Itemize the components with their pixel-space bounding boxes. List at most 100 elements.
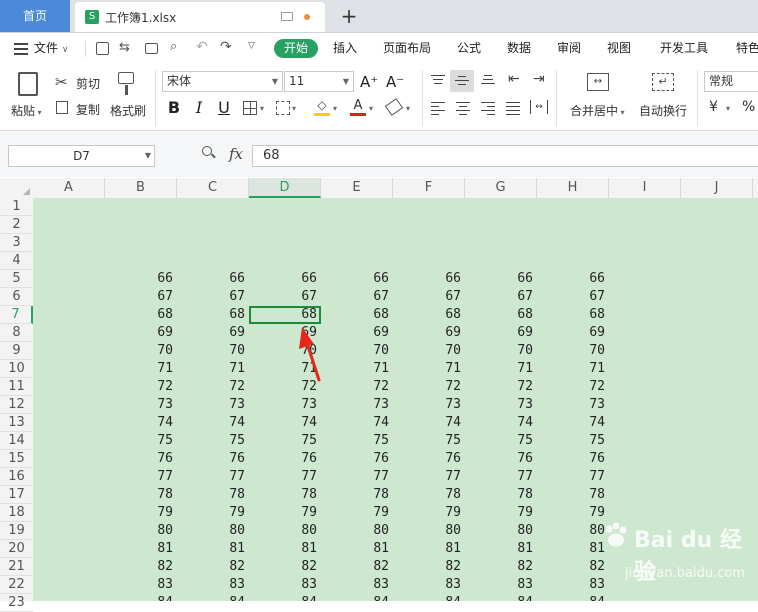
cell-h5[interactable]: 66 — [537, 270, 609, 288]
cell-e11[interactable]: 72 — [321, 378, 393, 396]
cell-c14[interactable]: 75 — [177, 432, 249, 450]
insert-function-icon[interactable]: fx — [229, 145, 243, 163]
cell-e18[interactable]: 79 — [321, 504, 393, 522]
italic-button[interactable]: I — [190, 99, 208, 117]
cell-e21[interactable]: 82 — [321, 558, 393, 576]
tab-special[interactable]: 特色 — [736, 33, 758, 64]
cell-b13[interactable]: 74 — [105, 414, 177, 432]
cell-h17[interactable]: 78 — [537, 486, 609, 504]
tab-developer[interactable]: 开发工具 — [660, 33, 708, 64]
cell-c20[interactable]: 81 — [177, 540, 249, 558]
cell-e15[interactable]: 76 — [321, 450, 393, 468]
font-name-select[interactable]: 宋体 ▼ — [162, 71, 283, 92]
cell-f9[interactable]: 70 — [393, 342, 465, 360]
row-header-19[interactable]: 19 — [0, 522, 33, 540]
cell-c9[interactable]: 70 — [177, 342, 249, 360]
cell-h20[interactable]: 81 — [537, 540, 609, 558]
cell-g6[interactable]: 67 — [465, 288, 537, 306]
tab-formulas[interactable]: 公式 — [457, 33, 481, 64]
cell-c12[interactable]: 73 — [177, 396, 249, 414]
cell-g18[interactable]: 79 — [465, 504, 537, 522]
cell-e20[interactable]: 81 — [321, 540, 393, 558]
cell-e17[interactable]: 78 — [321, 486, 393, 504]
cell-e13[interactable]: 74 — [321, 414, 393, 432]
formula-input[interactable]: 68 — [252, 145, 758, 167]
column-header-d[interactable]: D — [249, 178, 321, 198]
cell-c10[interactable]: 71 — [177, 360, 249, 378]
chevron-down-icon[interactable]: ▾ — [369, 104, 373, 113]
row-header-6[interactable]: 6 — [0, 288, 33, 306]
cell-h21[interactable]: 82 — [537, 558, 609, 576]
cell-f11[interactable]: 72 — [393, 378, 465, 396]
cell-b7[interactable]: 68 — [105, 306, 177, 324]
cell-d19[interactable]: 80 — [249, 522, 321, 540]
row-header-8[interactable]: 8 — [0, 324, 33, 342]
cell-f6[interactable]: 67 — [393, 288, 465, 306]
cell-f20[interactable]: 81 — [393, 540, 465, 558]
cell-f8[interactable]: 69 — [393, 324, 465, 342]
wrap-text-button[interactable]: 自动换行 — [639, 102, 687, 119]
cell-d17[interactable]: 78 — [249, 486, 321, 504]
cell-c6[interactable]: 67 — [177, 288, 249, 306]
cut-button[interactable]: 剪切 — [76, 75, 100, 92]
cell-h10[interactable]: 71 — [537, 360, 609, 378]
cell-b9[interactable]: 70 — [105, 342, 177, 360]
cell-g11[interactable]: 72 — [465, 378, 537, 396]
cell-e19[interactable]: 80 — [321, 522, 393, 540]
cell-h16[interactable]: 77 — [537, 468, 609, 486]
name-box[interactable]: D7 ▼ — [8, 145, 155, 167]
cell-g16[interactable]: 77 — [465, 468, 537, 486]
cell-c16[interactable]: 77 — [177, 468, 249, 486]
cell-f13[interactable]: 74 — [393, 414, 465, 432]
cell-d13[interactable]: 74 — [249, 414, 321, 432]
row-header-11[interactable]: 11 — [0, 378, 33, 396]
cell-e23[interactable]: 84 — [321, 594, 393, 601]
row-header-17[interactable]: 17 — [0, 486, 33, 504]
cell-e5[interactable]: 66 — [321, 270, 393, 288]
row-header-15[interactable]: 15 — [0, 450, 33, 468]
cell-h9[interactable]: 70 — [537, 342, 609, 360]
column-header-a[interactable]: A — [33, 178, 105, 198]
cell-g17[interactable]: 78 — [465, 486, 537, 504]
row-header-5[interactable]: 5 — [0, 270, 33, 288]
cell-c15[interactable]: 76 — [177, 450, 249, 468]
cell-f16[interactable]: 77 — [393, 468, 465, 486]
cell-c22[interactable]: 83 — [177, 576, 249, 594]
format-painter-icon[interactable] — [118, 72, 134, 96]
cell-f5[interactable]: 66 — [393, 270, 465, 288]
cell-b20[interactable]: 81 — [105, 540, 177, 558]
cell-g15[interactable]: 76 — [465, 450, 537, 468]
cell-e14[interactable]: 75 — [321, 432, 393, 450]
cell-h12[interactable]: 73 — [537, 396, 609, 414]
row-header-16[interactable]: 16 — [0, 468, 33, 486]
column-header-g[interactable]: G — [465, 178, 537, 198]
row-header-9[interactable]: 9 — [0, 342, 33, 360]
cell-h22[interactable]: 83 — [537, 576, 609, 594]
cell-d15[interactable]: 76 — [249, 450, 321, 468]
monitor-icon[interactable] — [281, 12, 293, 21]
cell-h8[interactable]: 69 — [537, 324, 609, 342]
row-header-2[interactable]: 2 — [0, 216, 33, 234]
cell-g10[interactable]: 71 — [465, 360, 537, 378]
paste-button[interactable]: 粘贴 ▾ — [11, 102, 42, 119]
decrease-font-icon[interactable]: A⁻ — [386, 73, 404, 91]
cell-e8[interactable]: 69 — [321, 324, 393, 342]
zoom-icon[interactable] — [202, 146, 216, 160]
column-header-i[interactable]: I — [609, 178, 681, 198]
cell-b8[interactable]: 69 — [105, 324, 177, 342]
decrease-indent-icon[interactable]: ⇤ — [508, 71, 520, 87]
cell-f10[interactable]: 71 — [393, 360, 465, 378]
cell-f7[interactable]: 68 — [393, 306, 465, 324]
cell-b10[interactable]: 71 — [105, 360, 177, 378]
cell-g19[interactable]: 80 — [465, 522, 537, 540]
cell-d20[interactable]: 81 — [249, 540, 321, 558]
tab-workbook[interactable]: S 工作簿1.xlsx — [75, 2, 325, 32]
cell-c18[interactable]: 79 — [177, 504, 249, 522]
cell-g23[interactable]: 84 — [465, 594, 537, 601]
cell-b12[interactable]: 73 — [105, 396, 177, 414]
increase-font-icon[interactable]: A⁺ — [360, 73, 378, 91]
cell-c13[interactable]: 74 — [177, 414, 249, 432]
cell-d18[interactable]: 79 — [249, 504, 321, 522]
chevron-down-icon[interactable]: ▾ — [726, 104, 730, 113]
align-center-icon[interactable] — [456, 102, 470, 115]
